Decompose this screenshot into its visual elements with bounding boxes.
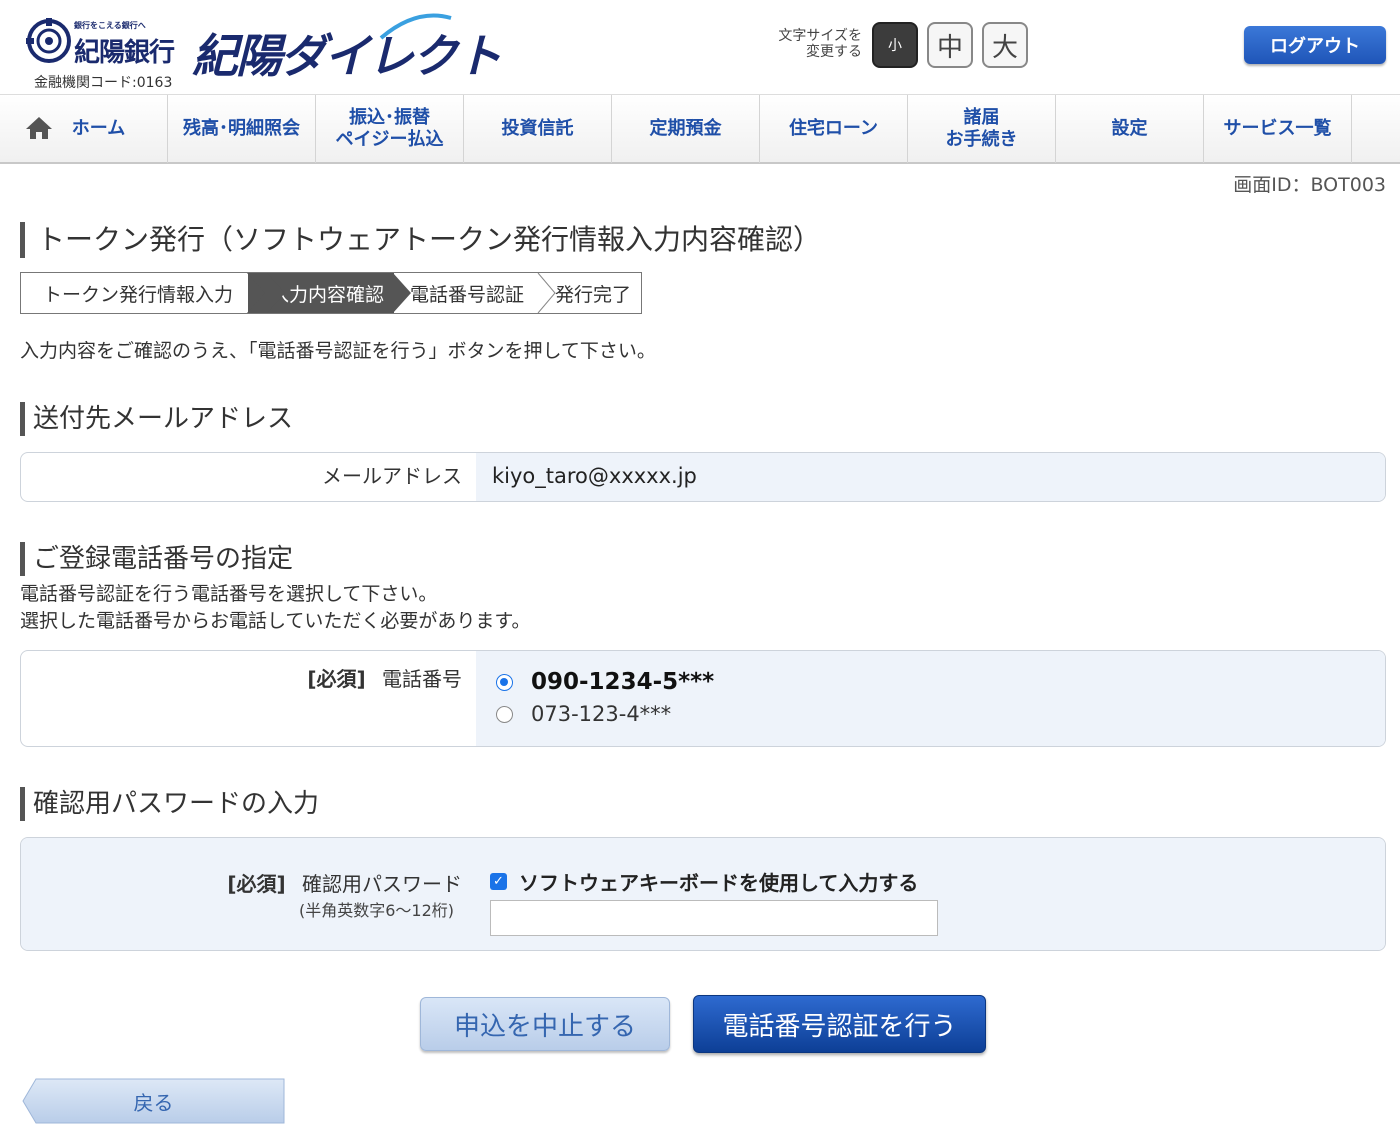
nav-item-transfer-label-1: 振込･振替 bbox=[349, 107, 430, 128]
bank-mark-icon bbox=[26, 18, 71, 63]
password-label: 確認用パスワード bbox=[302, 872, 462, 896]
back-button[interactable]: 戻る bbox=[22, 1078, 285, 1124]
nav-item-procedures-label-2: お手続き bbox=[945, 129, 1018, 150]
password-required-badge: [必須] bbox=[227, 872, 286, 896]
fontsize-medium-button[interactable]: 中 bbox=[927, 22, 973, 68]
phone-section-title: ご登録電話番号の指定 bbox=[20, 542, 293, 576]
phone-section-desc: 電話番号認証を行う電話番号を選択して下さい。 選択した電話番号からお電話していた… bbox=[20, 581, 531, 635]
password-section-title: 確認用パスワードの入力 bbox=[20, 787, 319, 821]
nav-item-balance-label: 残高･明細照会 bbox=[183, 118, 300, 139]
nav-item-service-list[interactable]: サービス一覧 bbox=[1204, 95, 1352, 163]
instruction-text: 入力内容をご確認のうえ、「電話番号認証を行う」ボタンを押して下さい。 bbox=[20, 340, 656, 362]
step-arrow-2 bbox=[393, 273, 411, 313]
nav-item-home-label: ホーム bbox=[71, 118, 126, 139]
phone-option-2[interactable]: 073-123-4*** bbox=[496, 698, 1385, 730]
phone-option-1-label: 090-1234-5*** bbox=[531, 669, 715, 695]
nav-item-procedures[interactable]: 諸届 お手続き bbox=[908, 95, 1056, 163]
bank-name: 紀陽銀行 bbox=[74, 38, 175, 68]
phone-option-1[interactable]: 090-1234-5*** bbox=[496, 666, 1385, 698]
page-title: トークン発行（ソフトウェアトークン発行情報入力内容確認） bbox=[20, 222, 821, 258]
password-hint: (半角英数字6～12桁) bbox=[298, 901, 454, 920]
nav-item-service-list-label: サービス一覧 bbox=[1223, 118, 1332, 139]
home-icon bbox=[26, 117, 52, 139]
nav-item-time-deposit[interactable]: 定期預金 bbox=[612, 95, 760, 163]
nav-item-home-loan-label: 住宅ローン bbox=[788, 118, 879, 139]
software-keyboard-option[interactable]: ✓ ソフトウェアキーボードを使用して入力する bbox=[490, 870, 1385, 895]
brand-swoosh-icon bbox=[379, 13, 452, 40]
phone-option-2-label: 073-123-4*** bbox=[531, 702, 672, 726]
nav-item-balance[interactable]: 残高･明細照会 bbox=[168, 95, 316, 163]
nav-item-investment-label: 投資信託 bbox=[501, 118, 574, 139]
nav-item-procedures-label-1: 諸届 bbox=[963, 107, 1000, 128]
step-arrows bbox=[247, 272, 556, 314]
fontsize-label-line1: 文字サイズを bbox=[778, 28, 862, 44]
nav-item-transfer[interactable]: 振込･振替 ペイジー払込 bbox=[316, 95, 464, 163]
phone-required-badge: [必須] bbox=[307, 667, 366, 691]
password-label-cell: [必須] 確認用パスワード (半角英数字6～12桁) bbox=[21, 838, 476, 950]
fontsize-label-line2: 変更する bbox=[806, 44, 862, 60]
bank-code: 金融機関コード:0163 bbox=[34, 75, 173, 91]
password-form-box: [必須] 確認用パスワード (半角英数字6～12桁) ✓ ソフトウェアキーボード… bbox=[20, 837, 1386, 951]
nav-item-transfer-label-2: ペイジー払込 bbox=[335, 129, 444, 150]
logout-button[interactable]: ログアウト bbox=[1244, 26, 1386, 64]
nav-item-home-loan[interactable]: 住宅ローン bbox=[760, 95, 908, 163]
nav-item-settings-label: 設定 bbox=[1111, 118, 1148, 139]
back-button-label: 戻る bbox=[133, 1090, 174, 1115]
nav-item-time-deposit-label: 定期預金 bbox=[649, 118, 722, 139]
nav-item-home[interactable]: ホーム bbox=[0, 95, 168, 163]
software-keyboard-checkbox[interactable]: ✓ bbox=[490, 872, 507, 890]
email-section-title: 送付先メールアドレス bbox=[20, 402, 293, 436]
email-label: メールアドレス bbox=[322, 464, 462, 488]
phone-option-2-radio[interactable] bbox=[496, 705, 513, 723]
nav-item-settings[interactable]: 設定 bbox=[1056, 95, 1204, 163]
step-arrow-3 bbox=[537, 272, 556, 314]
fontsize-label: 文字サイズを 変更する bbox=[770, 28, 862, 60]
phone-label: 電話番号 bbox=[382, 667, 462, 691]
email-form-box: メールアドレス kiyo_taro@xxxxx.jp bbox=[20, 452, 1386, 502]
phone-desc-line2: 選択した電話番号からお電話していただく必要があります。 bbox=[20, 610, 531, 632]
phone-option-1-radio[interactable] bbox=[496, 673, 513, 691]
fontsize-small-button[interactable]: 小 bbox=[872, 22, 918, 68]
password-value-cell: ✓ ソフトウェアキーボードを使用して入力する bbox=[476, 838, 1385, 950]
software-keyboard-label: ソフトウェアキーボードを使用して入力する bbox=[519, 870, 919, 895]
bank-tagline: 銀行をこえる銀行へ bbox=[74, 21, 146, 30]
cancel-application-button[interactable]: 申込を中止する bbox=[420, 997, 670, 1051]
email-value: kiyo_taro@xxxxx.jp bbox=[476, 453, 1385, 501]
phone-auth-button[interactable]: 電話番号認証を行う bbox=[693, 995, 986, 1053]
header: 銀行をこえる銀行へ 紀陽銀行 紀陽ダイレクト 金融機関コード:0163 文字サイ… bbox=[0, 0, 1400, 94]
global-nav: ホーム 残高･明細照会 振込･振替 ペイジー払込 投資信託 定期預金 住宅ローン… bbox=[0, 94, 1400, 164]
fontsize-large-button[interactable]: 大 bbox=[982, 22, 1028, 68]
step-arrow-1 bbox=[247, 273, 285, 313]
phone-options: 090-1234-5*** 073-123-4*** bbox=[476, 651, 1385, 746]
phone-label-cell: [必須] 電話番号 bbox=[21, 651, 476, 746]
phone-form-box: [必須] 電話番号 090-1234-5*** 073-123-4*** bbox=[20, 650, 1386, 747]
phone-desc-line1: 電話番号認証を行う電話番号を選択して下さい。 bbox=[20, 583, 438, 605]
nav-item-investment[interactable]: 投資信託 bbox=[464, 95, 612, 163]
password-input[interactable] bbox=[490, 900, 938, 936]
screen-id: 画面ID：BOT003 bbox=[1233, 174, 1386, 196]
